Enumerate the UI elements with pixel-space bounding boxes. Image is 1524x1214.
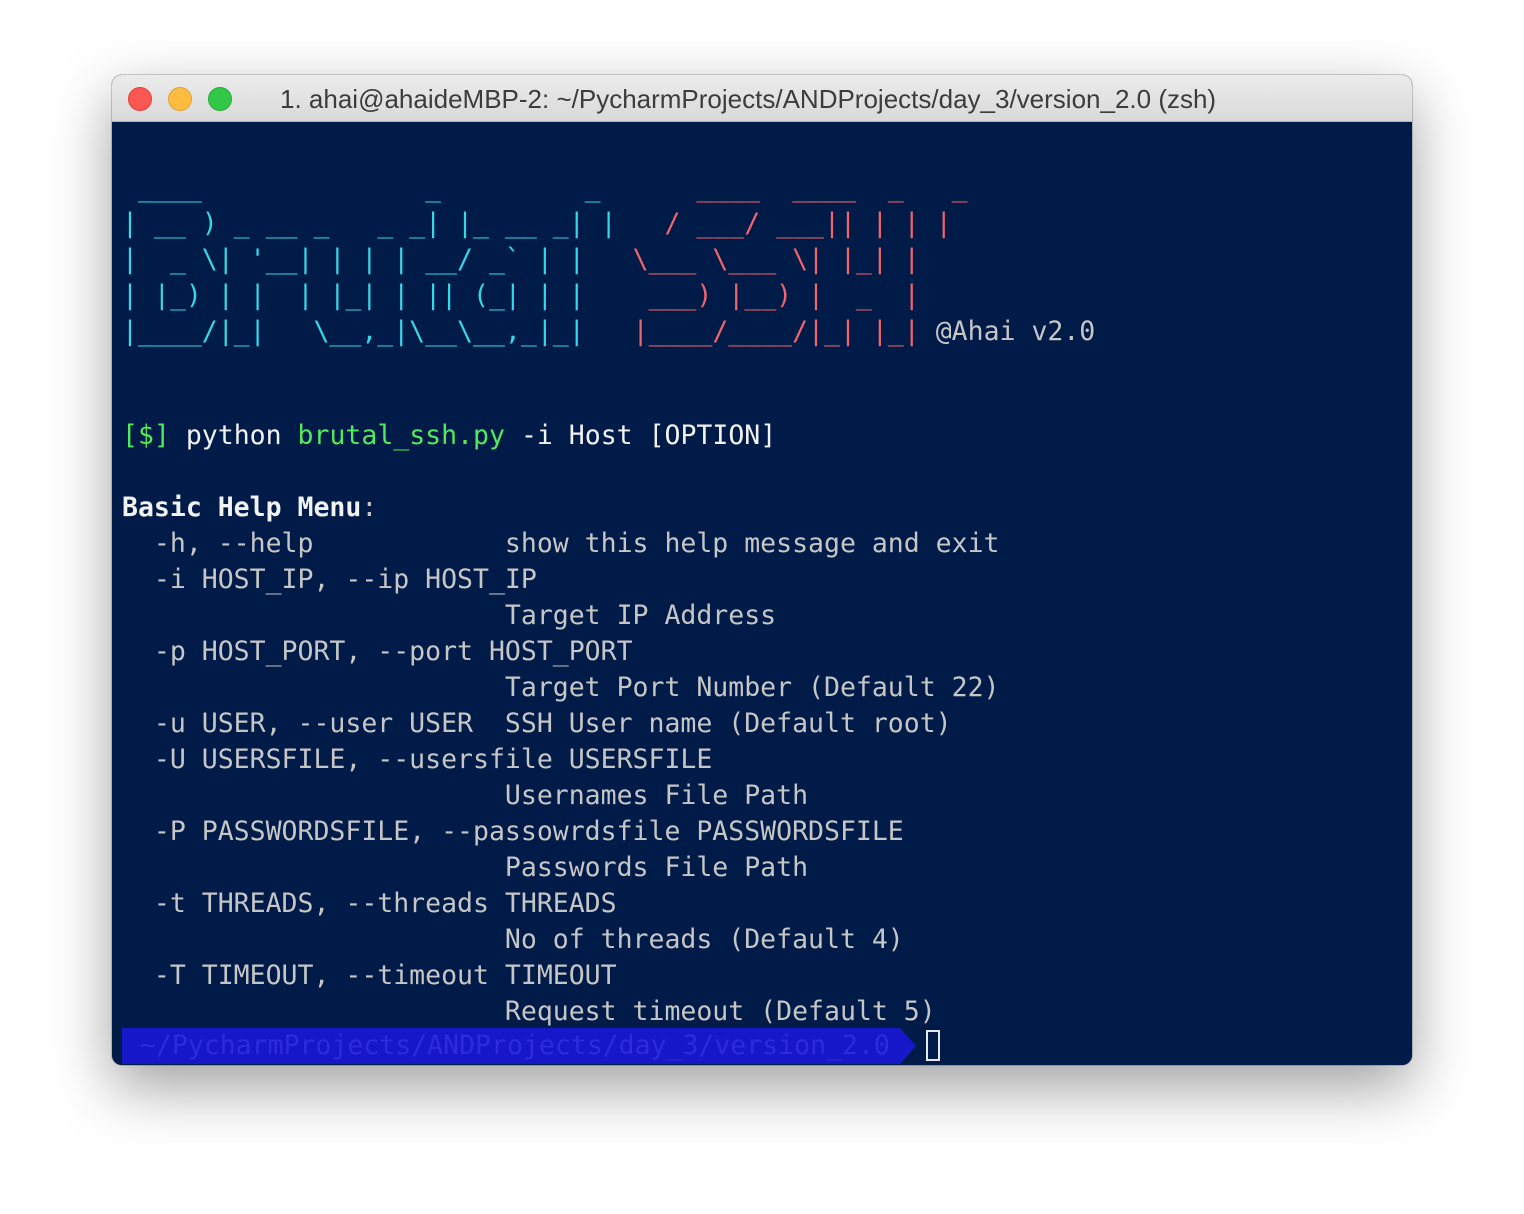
banner-brutal-2: | __ ) _ __ _ _ _| |_ __ _| |: [122, 208, 617, 239]
banner-ssh-1: ____ ____ _ _: [680, 172, 984, 203]
help-line: Request timeout (Default 5): [122, 996, 936, 1027]
banner-ssh-2: / ___/ ___|| | | |: [664, 208, 952, 239]
banner-brutal-4: | |_) | | | |_| | || (_| | |: [122, 280, 585, 311]
prompt-arrow-icon: [900, 1028, 916, 1064]
help-line: -u USER, --user USER SSH User name (Defa…: [122, 708, 952, 739]
help-line: No of threads (Default 4): [122, 924, 904, 955]
usage-line: [$] python brutal_ssh.py -i Host [OPTION…: [122, 418, 776, 454]
usage-command: python: [185, 420, 282, 451]
help-heading-colon: :: [361, 492, 378, 523]
banner-brutal-3: | _ \| '__| | | | __/ _` | |: [122, 244, 585, 275]
terminal-cursor[interactable]: [926, 1030, 940, 1061]
help-line: -t THREADS, --threads THREADS: [122, 888, 617, 919]
help-line: Usernames File Path: [122, 780, 809, 811]
zoom-button[interactable]: [208, 87, 232, 111]
help-line: -h, --help show this help message and ex…: [122, 528, 1000, 559]
banner-line-1: ____ _ _ ____ ____ _ _: [122, 170, 984, 206]
help-heading-line: Basic Help Menu:: [122, 490, 377, 526]
banner-line-4: | |_) | | | |_| | || (_| | | ___) |__) |…: [122, 278, 920, 314]
help-line: Target Port Number (Default 22): [122, 672, 1000, 703]
terminal-content[interactable]: ____ _ _ ____ ____ _ _ | __ ) _ __ _ _ _…: [112, 122, 1412, 1065]
banner-ssh-3: \___ \___ \| |_| |: [632, 244, 920, 275]
help-line: -P PASSWORDSFILE, --passowrdsfile PASSWO…: [122, 816, 904, 847]
help-line: -p HOST_PORT, --port HOST_PORT: [122, 636, 633, 667]
banner-line-5: |____/|_| \__,_|\__\__,_|_| |____/____/|…: [122, 314, 1095, 350]
usage-prefix: [$]: [122, 420, 170, 451]
help-line: -i HOST_IP, --ip HOST_IP: [122, 564, 537, 595]
usage-args: -i Host [OPTION]: [520, 420, 777, 451]
help-line: -U USERSFILE, --usersfile USERSFILE: [122, 744, 713, 775]
banner-ssh-5: |____/____/|_| |_|: [632, 316, 920, 347]
prompt-path: ~/PycharmProjects/ANDProjects/day_3/vers…: [122, 1028, 900, 1064]
title-bar[interactable]: 1. ahai@ahaideMBP-2: ~/PycharmProjects/A…: [112, 75, 1412, 122]
minimize-button[interactable]: [168, 87, 192, 111]
usage-script: brutal_ssh.py: [297, 420, 505, 451]
banner-brutal-5: |____/|_| \__,_|\__\__,_|_|: [122, 316, 585, 347]
banner-line-3: | _ \| '__| | | | __/ _` | | \___ \___ \…: [122, 242, 920, 278]
banner-ssh-4: ___) |__) | _ |: [632, 280, 920, 311]
banner-brutal-1: ____ _ _: [122, 172, 617, 203]
help-heading: Basic Help Menu: [122, 492, 362, 523]
terminal-window[interactable]: 1. ahai@ahaideMBP-2: ~/PycharmProjects/A…: [112, 75, 1412, 1065]
help-line: Passwords File Path: [122, 852, 809, 883]
help-line: Target IP Address: [122, 600, 777, 631]
window-title: 1. ahai@ahaideMBP-2: ~/PycharmProjects/A…: [280, 84, 1217, 114]
help-line: -T TIMEOUT, --timeout TIMEOUT: [122, 960, 617, 991]
banner-signature: @Ahai v2.0: [935, 316, 1096, 347]
banner-line-2: | __ ) _ __ _ _ _| |_ __ _| | / ___/ ___…: [122, 206, 952, 242]
close-button[interactable]: [128, 87, 152, 111]
